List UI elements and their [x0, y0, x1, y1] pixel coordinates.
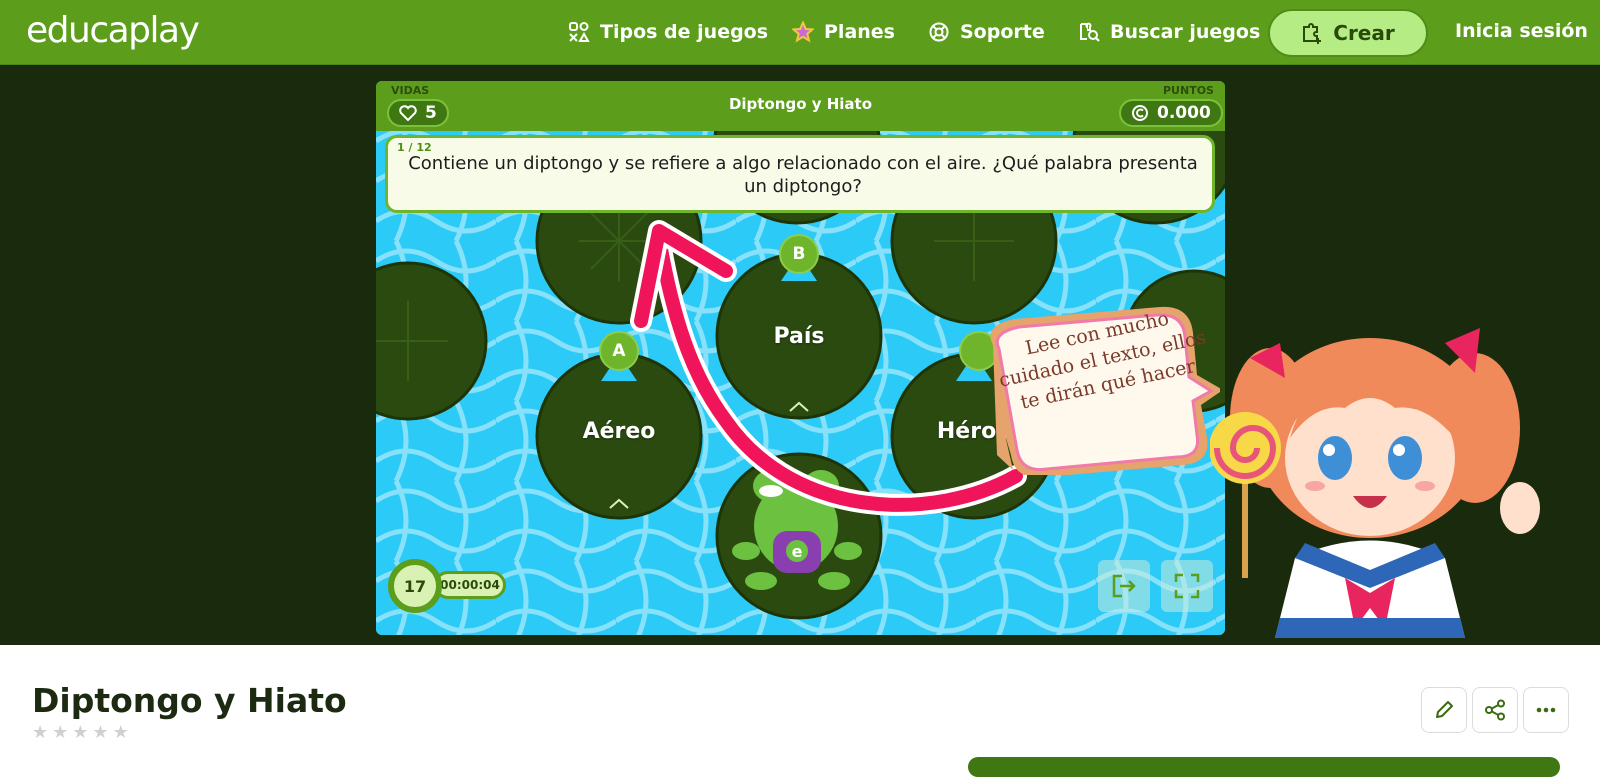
rating-star-icon[interactable]: ★	[32, 722, 48, 743]
exit-icon	[1112, 574, 1136, 598]
mascot-girl	[1210, 328, 1540, 638]
nav-buscar-juegos[interactable]: Buscar juegos	[1078, 18, 1260, 46]
fullscreen-icon	[1174, 573, 1200, 599]
fullscreen-button[interactable]	[1161, 560, 1213, 612]
frog-badge-text: e	[792, 542, 803, 561]
rating-star-icon[interactable]: ★	[52, 722, 68, 743]
option-pais[interactable]: País	[719, 324, 879, 349]
nav-soporte[interactable]: Soporte	[928, 18, 1045, 46]
question-text: Contiene un diptongo y se refiere a algo…	[408, 153, 1198, 197]
game-title: Diptongo y Hiato	[728, 95, 873, 113]
puzzle-plus-icon	[1303, 23, 1322, 44]
exit-button[interactable]	[1098, 560, 1150, 612]
top-navigation-bar: educaplay Tipos de juegos Planes Soporte	[0, 0, 1600, 65]
educaplay-logo[interactable]: educaplay	[26, 10, 200, 51]
coin-icon	[1132, 105, 1148, 121]
activity-title: Diptongo y Hiato	[32, 681, 347, 720]
share-button[interactable]	[1472, 687, 1518, 733]
share-icon	[1485, 699, 1505, 721]
option-aereo[interactable]: Aéreo	[539, 419, 699, 444]
pencil-icon	[1436, 701, 1453, 718]
points-value: 0.000	[1157, 103, 1211, 123]
nav-tipos-de-juegos[interactable]: Tipos de juegos	[568, 18, 768, 46]
countdown-timer: 17	[388, 559, 442, 613]
nav-label: Soporte	[960, 21, 1045, 43]
question-box: 1 / 12 Contiene un diptongo y se refiere…	[385, 135, 1215, 213]
nav-label: Planes	[824, 21, 895, 43]
star-rating[interactable]: ★ ★ ★ ★ ★	[32, 722, 133, 743]
star-icon	[792, 21, 814, 43]
nav-label: Buscar juegos	[1110, 21, 1261, 43]
login-link[interactable]: Inicia sesión	[1455, 20, 1588, 42]
option-badge-a[interactable]: A	[599, 331, 639, 371]
nav-planes[interactable]: Planes	[792, 18, 895, 46]
rating-star-icon[interactable]: ★	[72, 722, 88, 743]
create-button[interactable]: Crear	[1268, 9, 1428, 57]
side-panel-edge	[968, 757, 1560, 777]
game-stage: e VIDAS 5 Diptongo y Hiato PUNTOS 0.000 …	[0, 65, 1600, 645]
points-counter: 0.000	[1119, 99, 1223, 127]
rating-star-icon[interactable]: ★	[92, 722, 108, 743]
more-options-button[interactable]	[1523, 687, 1569, 733]
search-games-icon	[1080, 22, 1100, 42]
elapsed-time: 00:00:04	[434, 571, 506, 599]
edit-button[interactable]	[1421, 687, 1467, 733]
rating-star-icon[interactable]: ★	[113, 722, 129, 743]
points-label: PUNTOS	[1163, 84, 1214, 97]
create-label: Crear	[1333, 21, 1395, 45]
lifebuoy-icon	[929, 22, 949, 42]
nav-label: Tipos de juegos	[600, 21, 769, 43]
option-badge-b[interactable]: B	[779, 234, 819, 274]
more-horizontal-icon	[1536, 707, 1556, 713]
game-types-icon	[569, 22, 590, 42]
